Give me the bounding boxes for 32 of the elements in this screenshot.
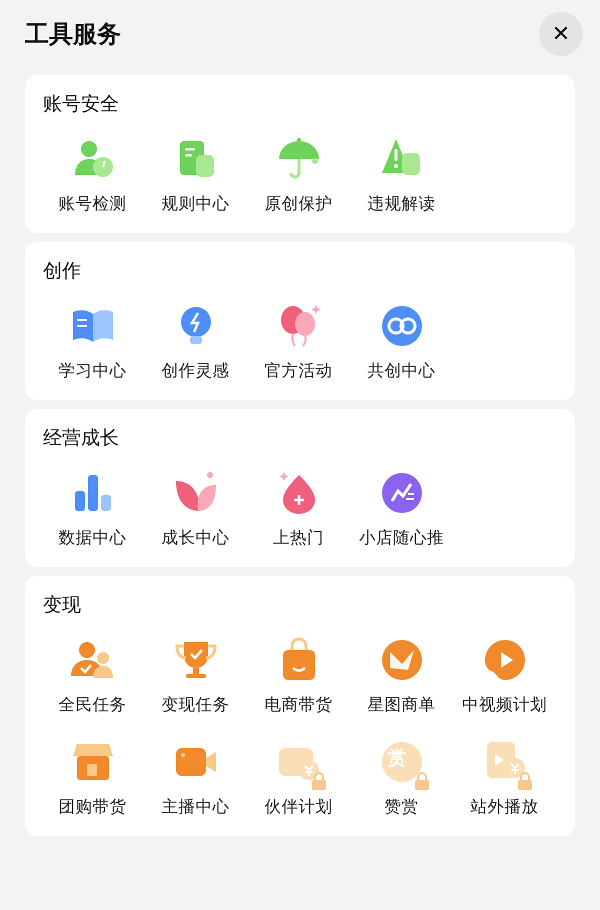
- tool-label[interactable]: 电商带货: [264, 694, 332, 716]
- tool-label[interactable]: 规则中心: [162, 193, 230, 215]
- tool-label[interactable]: 违规解读: [368, 193, 436, 215]
- tool-label[interactable]: 上热门: [273, 527, 324, 549]
- tool-label[interactable]: 站外播放: [470, 796, 538, 818]
- tool-label[interactable]: 伙伴计划: [264, 796, 332, 818]
- tool-label[interactable]: 星图商单: [368, 694, 436, 716]
- tool-label[interactable]: 共创中心: [368, 360, 436, 382]
- lock-icon: [516, 772, 532, 790]
- tool-label[interactable]: 全民任务: [58, 694, 126, 716]
- section-title: 创作: [42, 259, 82, 284]
- tool-label[interactable]: 学习中心: [58, 360, 126, 382]
- coin-glyph: 赏: [388, 749, 406, 768]
- panel-title: 工具服务: [25, 19, 121, 50]
- section-title: 经营成长: [42, 426, 120, 451]
- tool-label[interactable]: 官方活动: [264, 360, 332, 382]
- close-button[interactable]: ✕: [539, 12, 583, 56]
- tool-label[interactable]: 数据中心: [58, 527, 126, 549]
- tool-label[interactable]: 账号检测: [58, 193, 126, 215]
- tool-label[interactable]: 团购带货: [58, 796, 126, 818]
- tool-label[interactable]: 小店随心推: [359, 527, 444, 549]
- section-title: 账号安全: [42, 92, 120, 117]
- lock-icon: [414, 772, 430, 790]
- tool-label[interactable]: 成长中心: [162, 527, 230, 549]
- tool-label[interactable]: 主播中心: [162, 796, 230, 818]
- tool-label[interactable]: 变现任务: [162, 694, 230, 716]
- tool-label[interactable]: 原创保护: [264, 193, 332, 215]
- lock-icon: [310, 772, 326, 790]
- section-title: 变现: [42, 593, 82, 618]
- tool-label[interactable]: 中视频计划: [462, 694, 547, 716]
- tool-label[interactable]: 创作灵感: [162, 360, 230, 382]
- tool-label[interactable]: 赞赏: [384, 796, 418, 818]
